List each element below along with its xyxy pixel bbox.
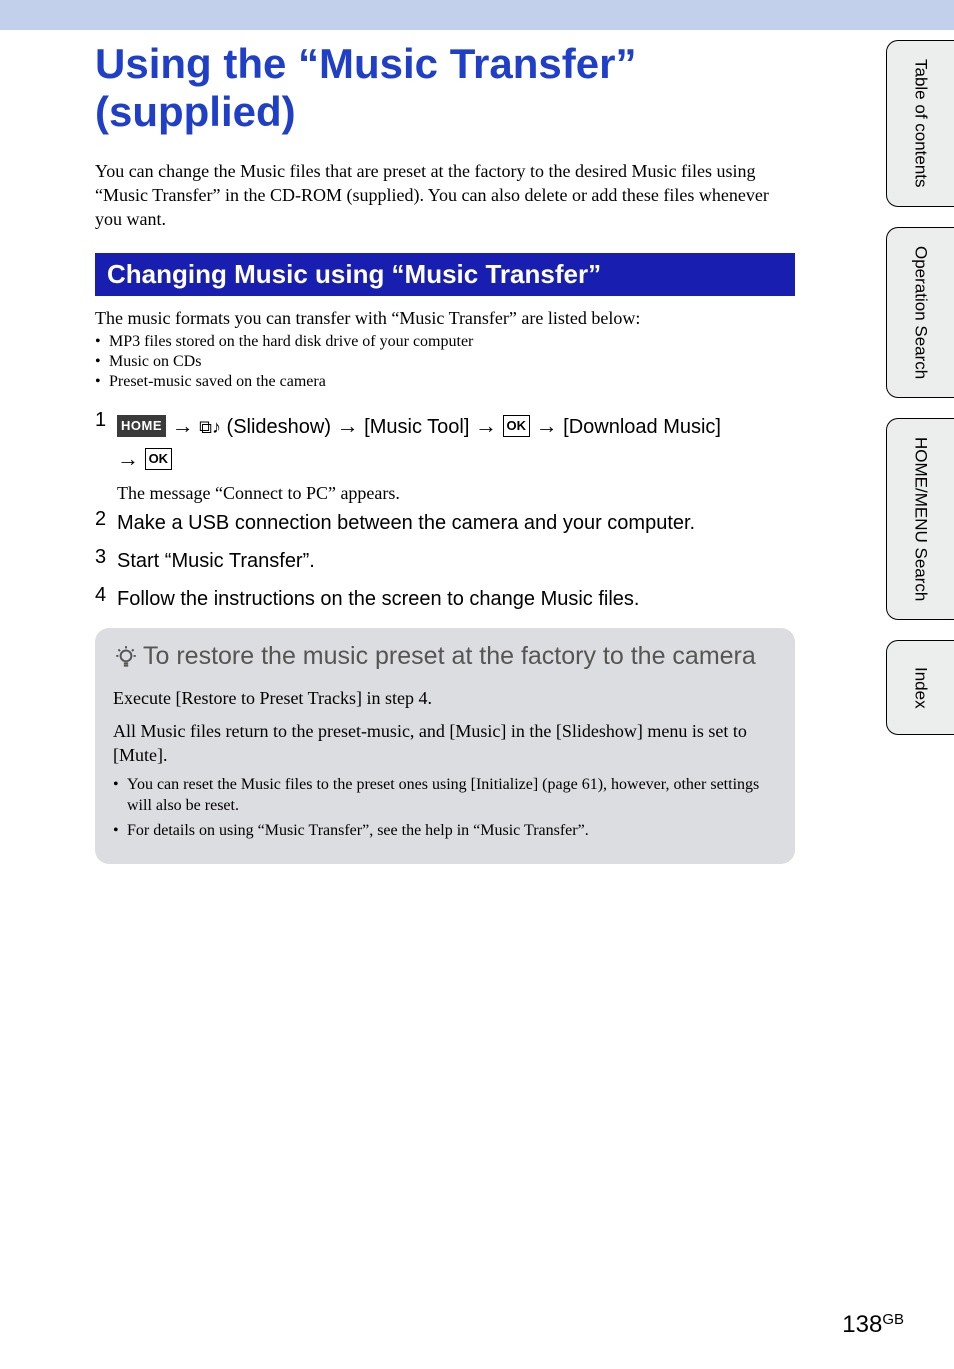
- step-body: Start “Music Transfer”.: [117, 546, 315, 576]
- tab-operation-search[interactable]: Operation Search: [886, 227, 954, 398]
- tip-body-2: All Music files return to the preset-mus…: [113, 719, 777, 768]
- side-tabs: Table of contents Operation Search HOME/…: [886, 40, 954, 735]
- step-body: Make a USB connection between the camera…: [117, 508, 695, 538]
- arrow-icon: →: [117, 446, 139, 471]
- arrow-icon: →: [337, 413, 359, 438]
- page-number: 138GB: [842, 1311, 904, 1339]
- tip-bullets: You can reset the Music files to the pre…: [113, 775, 777, 841]
- step-1: 1 HOME → ⧉♪ (Slideshow) → [Music Tool] →…: [95, 409, 795, 475]
- step-number: 3: [95, 546, 117, 569]
- page-suffix: GB: [882, 1311, 904, 1328]
- step-number: 4: [95, 584, 117, 607]
- tip-box: To restore the music preset at the facto…: [95, 628, 795, 863]
- step-2: 2 Make a USB connection between the came…: [95, 508, 795, 538]
- list-item: Preset-music saved on the camera: [95, 373, 795, 391]
- main-content: Using the “Music Transfer” (supplied) Yo…: [0, 30, 835, 864]
- tip-body-1: Execute [Restore to Preset Tracks] in st…: [113, 686, 777, 710]
- list-item: You can reset the Music files to the pre…: [113, 775, 777, 817]
- arrow-icon: →: [475, 413, 497, 438]
- step-3: 3 Start “Music Transfer”.: [95, 546, 795, 576]
- slideshow-icon: ⧉♪: [199, 414, 221, 441]
- top-decorative-band: [0, 0, 954, 30]
- home-icon: HOME: [117, 415, 166, 437]
- page-title: Using the “Music Transfer” (supplied): [95, 40, 795, 137]
- tip-title: To restore the music preset at the facto…: [113, 642, 777, 672]
- step-number: 1: [95, 409, 117, 432]
- download-music-label: [Download Music]: [563, 416, 721, 438]
- page-number-value: 138: [842, 1311, 882, 1338]
- ok-icon: OK: [145, 448, 173, 470]
- formats-lead: The music formats you can transfer with …: [95, 308, 795, 329]
- step-body: Follow the instructions on the screen to…: [117, 584, 639, 614]
- tab-index[interactable]: Index: [886, 640, 954, 735]
- step-number: 2: [95, 508, 117, 531]
- step-body: HOME → ⧉♪ (Slideshow) → [Music Tool] → O…: [117, 409, 721, 475]
- tip-title-text: To restore the music preset at the facto…: [143, 642, 756, 671]
- ok-icon: OK: [503, 415, 531, 437]
- list-item: MP3 files stored on the hard disk drive …: [95, 333, 795, 351]
- slideshow-label: (Slideshow): [227, 416, 331, 438]
- step-4: 4 Follow the instructions on the screen …: [95, 584, 795, 614]
- tab-table-of-contents[interactable]: Table of contents: [886, 40, 954, 207]
- lightbulb-icon: [113, 644, 139, 674]
- arrow-icon: →: [536, 413, 558, 438]
- list-item: Music on CDs: [95, 353, 795, 371]
- intro-paragraph: You can change the Music files that are …: [95, 159, 795, 232]
- list-item: For details on using “Music Transfer”, s…: [113, 821, 777, 842]
- music-tool-label: [Music Tool]: [364, 416, 469, 438]
- step-1-message: The message “Connect to PC” appears.: [117, 483, 795, 504]
- arrow-icon: →: [172, 413, 194, 438]
- section-heading: Changing Music using “Music Transfer”: [95, 253, 795, 296]
- tab-home-menu-search[interactable]: HOME/MENU Search: [886, 418, 954, 620]
- formats-list: MP3 files stored on the hard disk drive …: [95, 333, 795, 391]
